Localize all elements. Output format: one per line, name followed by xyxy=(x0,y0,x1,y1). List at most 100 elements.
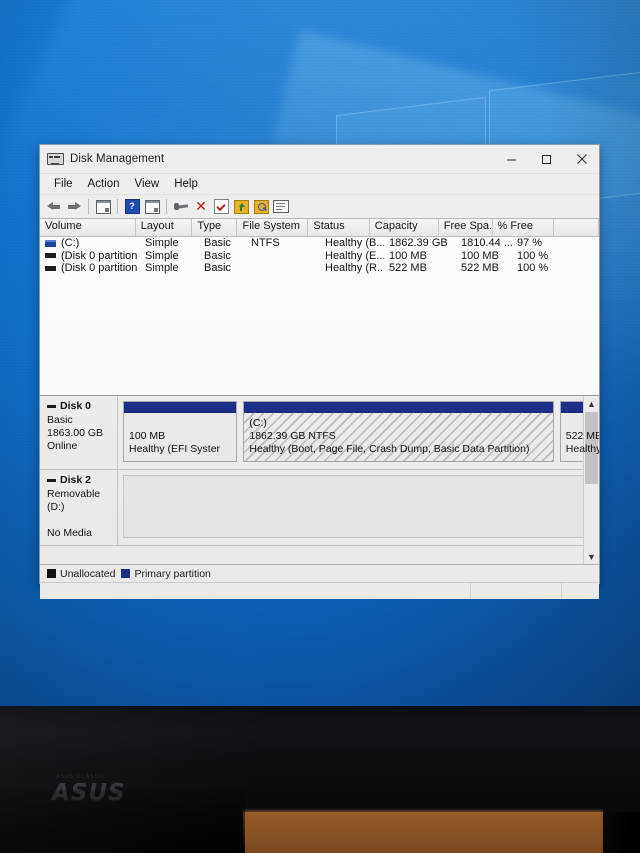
column-header-status[interactable]: Status xyxy=(308,219,370,236)
partition-size: 522 MB xyxy=(565,430,599,442)
cell-layout: Simple xyxy=(145,262,179,275)
legend-item: Primary partition xyxy=(121,567,211,580)
cell-free-space: 100 MB xyxy=(461,249,499,262)
volume-bar-icon-dark xyxy=(45,265,56,271)
cell-layout: Simple xyxy=(145,249,179,262)
column-header-free[interactable]: % Free xyxy=(492,219,554,236)
partition-color-bar xyxy=(124,402,237,413)
status-bar-section-1 xyxy=(40,583,471,599)
menu-item-view[interactable]: View xyxy=(128,177,168,192)
legend-swatch xyxy=(47,569,56,578)
column-header-file-system[interactable]: File System xyxy=(237,219,309,236)
cell-capacity: 100 MB xyxy=(389,249,427,262)
scroll-up-button[interactable]: ▲ xyxy=(584,396,599,411)
toolbar[interactable]: ? ✕ xyxy=(40,195,599,219)
disk-kind: Removable (D:) xyxy=(47,488,101,513)
disk-map-rows[interactable]: Disk 0 Basic 1863.00 GB Online 100 MB Healthy… xyxy=(40,396,599,546)
column-header-volume[interactable]: Volume xyxy=(40,219,136,236)
partition-strip[interactable] xyxy=(118,470,599,545)
cell-status: Healthy (E... xyxy=(325,249,384,262)
disk-drive-icon xyxy=(47,152,64,166)
disk-bar-icon xyxy=(47,405,56,408)
disk-info-panel[interactable]: Disk 0 Basic 1863.00 GB Online xyxy=(40,396,118,469)
cell-free-space: 522 MB xyxy=(461,262,499,275)
volume-cell[interactable]: (Disk 0 partition 1) xyxy=(40,250,140,262)
disk-bar-icon xyxy=(47,479,56,482)
partition-label xyxy=(566,417,599,430)
close-button[interactable] xyxy=(564,145,599,173)
disk-row-disk-0[interactable]: Disk 0 Basic 1863.00 GB Online 100 MB Healthy… xyxy=(40,396,599,470)
delete-volume-icon[interactable]: ✕ xyxy=(192,198,210,216)
menu-item-action[interactable]: Action xyxy=(81,177,128,192)
disk-row-disk-2[interactable]: Disk 2 Removable (D:) No Media xyxy=(40,470,599,546)
volume-bar-icon-dark xyxy=(45,253,56,259)
no-media-area xyxy=(123,475,595,538)
title-bar[interactable]: Disk Management xyxy=(40,145,599,174)
disk-state: Online xyxy=(47,440,78,452)
cell-percent-free: 100 % xyxy=(517,262,549,275)
column-header-free-spa[interactable]: Free Spa... xyxy=(438,219,493,236)
disk-name: Disk 2 xyxy=(60,474,91,486)
disk-management-window[interactable]: Disk Management File Action View Help ? … xyxy=(39,144,600,599)
cell-capacity: 1862.39 GB xyxy=(389,237,448,250)
column-header-type[interactable]: Type xyxy=(192,219,238,236)
table-row[interactable]: (Disk 0 partition 1) Simple Basic Healthy (… xyxy=(40,250,599,263)
volume-name: (Disk 0 partition 1) xyxy=(61,249,140,262)
volume-list-rows[interactable]: (C:) Simple Basic NTFS Healthy (B... 1862.39 … xyxy=(40,237,599,275)
menu-item-help[interactable]: Help xyxy=(167,177,206,192)
partition-size: 1862.39 GB NTFS xyxy=(249,430,336,442)
table-row[interactable]: (Disk 0 partition 4) Simple Basic Healthy (… xyxy=(40,262,599,275)
legend-label: Primary partition xyxy=(134,567,211,580)
show-hide-action-pane-icon[interactable] xyxy=(143,198,161,216)
disk-map-pane[interactable]: Disk 0 Basic 1863.00 GB Online 100 MB Healthy… xyxy=(40,396,599,565)
back-icon[interactable] xyxy=(45,198,63,216)
bezel-top-glow xyxy=(0,706,640,709)
legend-label: Unallocated xyxy=(60,567,116,580)
status-bar-section-2 xyxy=(471,583,562,599)
rescan-disks-icon[interactable] xyxy=(232,198,250,216)
volume-name: (Disk 0 partition 4) xyxy=(61,262,140,275)
disk-state: No Media xyxy=(47,527,92,539)
partition-body: 522 MBHealthy (Recovery Partitior xyxy=(561,413,599,456)
column-header-capacity[interactable]: Capacity xyxy=(369,219,439,236)
column-header-layout[interactable]: Layout xyxy=(135,219,193,236)
examine-disk-icon[interactable] xyxy=(252,198,270,216)
table-row[interactable]: (C:) Simple Basic NTFS Healthy (B... 1862.39 … xyxy=(40,237,599,250)
minimize-button[interactable] xyxy=(494,145,529,173)
menu-bar[interactable]: File Action View Help xyxy=(40,174,599,195)
properties-list-icon[interactable] xyxy=(272,198,290,216)
properties-wrench-icon[interactable] xyxy=(172,198,190,216)
maximize-button[interactable] xyxy=(529,145,564,173)
bezel-shadow-left xyxy=(0,790,245,853)
partition-block[interactable]: 100 MB Healthy (EFI Syster xyxy=(123,401,238,462)
legend-swatch xyxy=(121,569,131,578)
toolbar-separator xyxy=(88,199,89,214)
window-title: Disk Management xyxy=(70,153,165,165)
show-hide-console-tree-icon[interactable] xyxy=(94,198,112,216)
check-icon[interactable] xyxy=(212,198,230,216)
partition-status: Healthy (Boot, Page File, Crash Dump, Ba… xyxy=(249,443,530,455)
cell-status: Healthy (R... xyxy=(325,262,384,275)
forward-icon[interactable] xyxy=(65,198,83,216)
bezel-shadow-right xyxy=(600,812,640,853)
cell-capacity: 522 MB xyxy=(389,262,427,275)
disk-title: Disk 0 xyxy=(47,400,112,413)
help-icon[interactable]: ? xyxy=(123,198,141,216)
partition-status: Healthy (EFI Syster xyxy=(129,443,221,455)
toolbar-separator xyxy=(117,199,118,214)
volume-list-pane[interactable]: Volume Layout Type File System Status Capacit… xyxy=(40,219,600,396)
caption-buttons xyxy=(494,145,599,173)
partition-size: 100 MB xyxy=(129,430,166,442)
partition-block[interactable]: (C:) 1862.39 GB NTFS Healthy (Boot, Page F… xyxy=(243,401,554,462)
cell-status: Healthy (B... xyxy=(325,237,384,250)
column-header-blank[interactable] xyxy=(553,219,600,236)
disk-info-panel[interactable]: Disk 2 Removable (D:) No Media xyxy=(40,470,118,545)
disk-kind: Basic xyxy=(47,414,73,426)
volume-cell[interactable]: (Disk 0 partition 4) xyxy=(40,262,140,274)
menu-item-file[interactable]: File xyxy=(47,177,81,192)
scroll-down-button[interactable]: ▼ xyxy=(584,549,599,564)
partition-strip[interactable]: 100 MB Healthy (EFI Syster (C:) 1862.39 GB … xyxy=(118,396,599,469)
cell-free-space: 1810.44 ... xyxy=(461,237,512,250)
volume-list-header[interactable]: Volume Layout Type File System Status Capacit… xyxy=(40,219,600,237)
volume-cell[interactable]: (C:) xyxy=(40,237,140,249)
